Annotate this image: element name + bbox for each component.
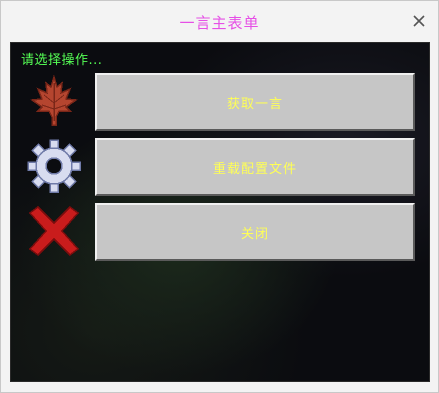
gear-icon (26, 138, 82, 194)
menu-panel: 请选择操作... 获取一言 重载配置文件 关闭 (10, 42, 430, 382)
prompt-text: 请选择操作... (21, 53, 103, 68)
window-title: 一言主表单 (179, 14, 260, 32)
close-icon (413, 15, 425, 27)
red-x-icon (26, 203, 82, 259)
close-button[interactable] (408, 10, 430, 32)
title-bar: 一言主表单 (1, 1, 438, 42)
dialog-window: 一言主表单 请选择操作... 获取一言 重载配置文件 关闭 (0, 0, 439, 393)
close-menu-button[interactable]: 关闭 (95, 203, 415, 261)
maple-leaf-icon (26, 73, 82, 129)
get-quote-button[interactable]: 获取一言 (95, 73, 415, 131)
reload-config-button[interactable]: 重载配置文件 (95, 138, 415, 196)
